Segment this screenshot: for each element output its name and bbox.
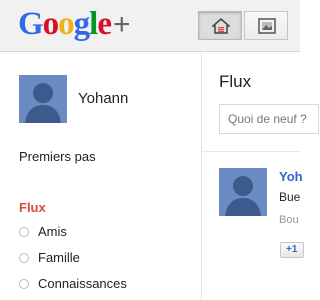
stream-divider bbox=[202, 151, 300, 152]
photos-icon bbox=[258, 18, 276, 34]
nav-photos-button[interactable] bbox=[244, 11, 288, 40]
page-title: Flux bbox=[219, 72, 252, 91]
plus-one-button[interactable]: +1 bbox=[280, 242, 304, 258]
circle-label: Famille bbox=[38, 250, 80, 265]
circle-icon bbox=[19, 253, 29, 263]
post-author-name[interactable]: Yoh bbox=[279, 169, 303, 184]
post-author-avatar[interactable] bbox=[219, 168, 267, 216]
circle-icon bbox=[19, 227, 29, 237]
home-icon bbox=[212, 18, 230, 34]
nav-home-button[interactable] bbox=[198, 11, 242, 40]
profile-name[interactable]: Yohann bbox=[78, 90, 128, 107]
top-bar: Google+ bbox=[0, 0, 300, 52]
circle-label: Amis bbox=[38, 224, 67, 239]
getting-started-link[interactable]: Premiers pas bbox=[19, 149, 96, 164]
default-avatar-icon bbox=[19, 75, 67, 123]
profile-avatar[interactable] bbox=[19, 75, 67, 123]
post-meta: Bou bbox=[279, 214, 299, 226]
stream-heading[interactable]: Flux bbox=[19, 200, 46, 215]
share-box[interactable]: Quoi de neuf ? bbox=[219, 104, 319, 134]
circle-label: Connaissances bbox=[38, 276, 127, 291]
post-text: Bue bbox=[279, 190, 301, 204]
column-divider bbox=[201, 52, 202, 300]
google-plus-logo[interactable]: Google+ bbox=[18, 4, 131, 45]
circle-icon bbox=[19, 279, 29, 289]
default-avatar-icon bbox=[219, 168, 267, 216]
share-placeholder: Quoi de neuf ? bbox=[228, 112, 307, 126]
plus-one-label: +1 bbox=[286, 244, 298, 255]
